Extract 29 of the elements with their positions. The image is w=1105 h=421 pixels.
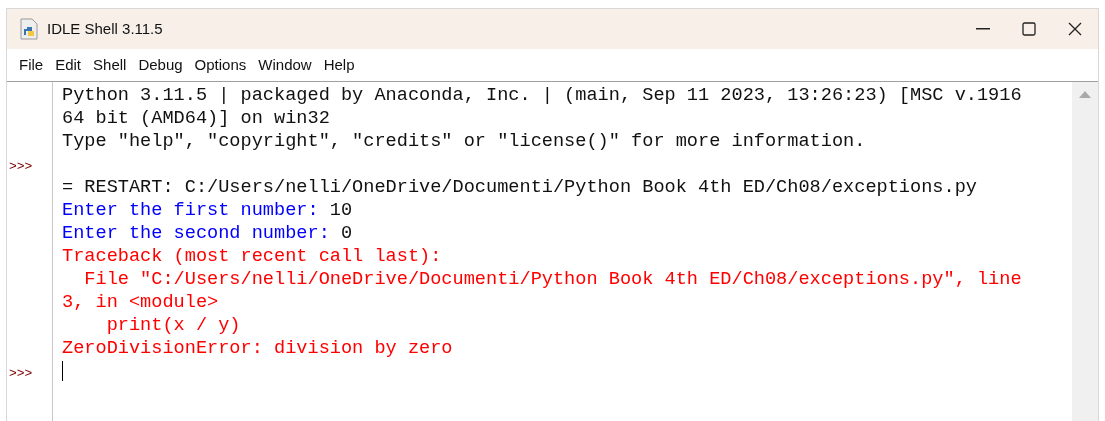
error-text: print(x / y)	[105, 315, 241, 336]
python-file-icon	[19, 18, 39, 40]
menu-item[interactable]: Options	[188, 51, 253, 79]
shell-prompt: >>>	[9, 159, 33, 174]
minimize-icon	[976, 28, 990, 30]
menu-item[interactable]: Window	[252, 51, 318, 79]
output-text: Python 3.11.5 | packaged by Anaconda, Inc. | (main, Sep 11 2023, 13:26:23) [MSC v.1916	[62, 85, 1022, 106]
scrollbar[interactable]	[1072, 82, 1098, 421]
menu-item[interactable]: Debug	[132, 51, 189, 79]
typed-text: 10	[329, 200, 353, 221]
menu-item[interactable]: Shell	[87, 51, 133, 79]
scroll-up-icon[interactable]	[1079, 90, 1091, 98]
close-icon	[1068, 22, 1082, 36]
menu-item[interactable]: Help	[317, 51, 361, 79]
error-text: Traceback (most recent call last):	[62, 246, 442, 267]
output-text: 64 bit (AMD64)] on win32	[62, 108, 330, 129]
menu-item[interactable]: File	[13, 51, 50, 79]
output-text: Enter the second number:	[62, 223, 331, 244]
output-text: Type "help", "copyright", "credits" or "license()" for more information.	[62, 131, 866, 152]
menu-item[interactable]: Edit	[49, 51, 88, 79]
error-text: 3, in <module>	[62, 292, 219, 313]
error-text: File "C:/Users/nelli/OneDrive/Documenti/Python Book 4th ED/Ch08/exceptions.py", line	[83, 269, 1022, 290]
output-text: Enter the first number:	[62, 200, 320, 221]
typed-text: 0	[340, 223, 353, 244]
maximize-icon	[1022, 22, 1036, 36]
output-text: = RESTART: C:/Users/nelli/OneDrive/Documenti/Python Book 4th ED/Ch08/exceptions.py	[62, 177, 977, 198]
window-title: IDLE Shell 3.11.5	[47, 18, 163, 39]
error-text: ZeroDivisionError: division by zero	[62, 338, 453, 359]
shell-prompt: >>>	[9, 366, 33, 381]
